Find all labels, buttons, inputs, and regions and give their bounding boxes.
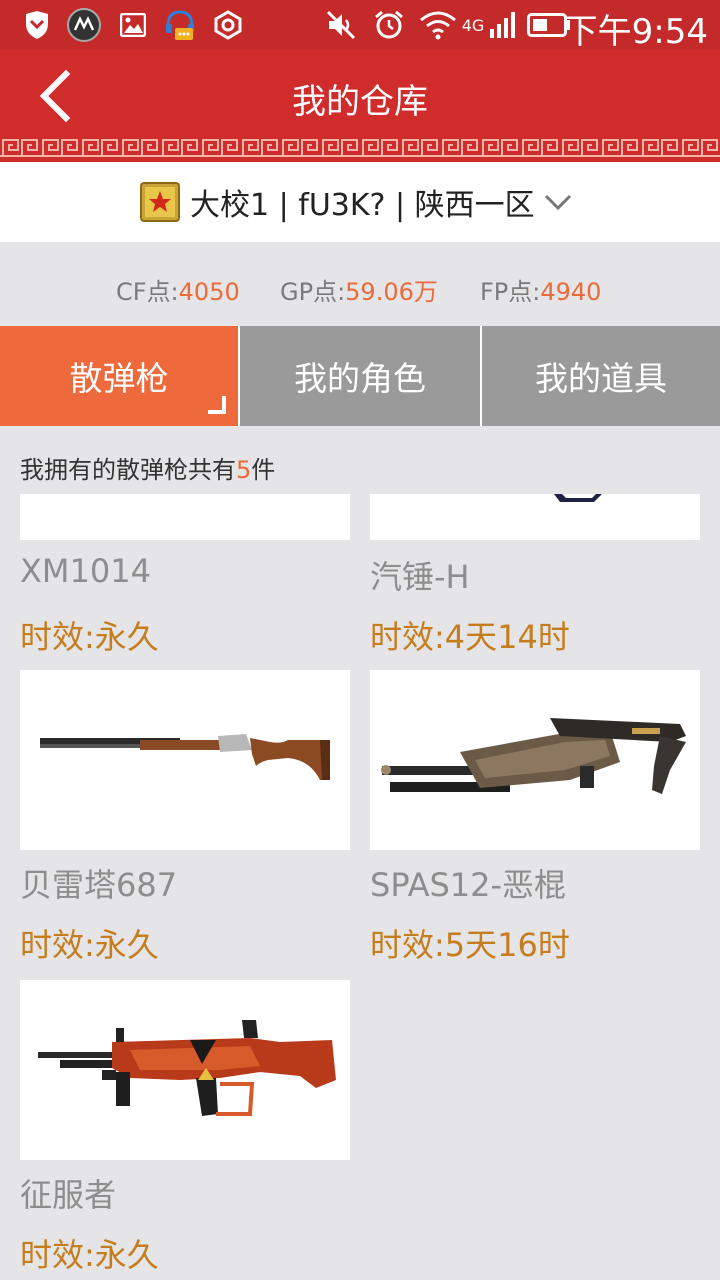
weapon-name: SPAS12-恶棍 bbox=[370, 866, 567, 904]
weapon-name: 汽锤-H bbox=[370, 558, 470, 596]
weapon-expire: 时效:永久 bbox=[20, 926, 159, 964]
fp-points-label: FP点: bbox=[480, 278, 541, 306]
status-bar: 4G 下午9:54 bbox=[0, 0, 720, 52]
weapon-name: 贝雷塔687 bbox=[20, 866, 178, 904]
cf-points-value: 4050 bbox=[178, 278, 240, 306]
app-header: 我的仓库 bbox=[0, 50, 720, 162]
tab-my-items-label: 我的道具 bbox=[535, 359, 667, 398]
weapon-image bbox=[370, 494, 700, 540]
weapon-card[interactable]: XM1014 时效:永久 bbox=[20, 494, 350, 656]
gp-points: GP点:59.06万 bbox=[280, 272, 438, 307]
alarm-icon bbox=[372, 8, 406, 42]
chevron-down-icon bbox=[544, 194, 571, 211]
shield-icon bbox=[22, 8, 52, 42]
tab-my-characters[interactable]: 我的角色 bbox=[238, 326, 480, 426]
weapon-image bbox=[20, 494, 350, 540]
signal-icon bbox=[488, 8, 518, 42]
points-bar: CF点:4050 GP点:59.06万 FP点:4940 bbox=[0, 242, 720, 326]
image-icon bbox=[118, 8, 148, 42]
tab-shotgun[interactable]: 散弹枪 bbox=[0, 326, 238, 426]
weapon-name: 征服者 bbox=[20, 1176, 117, 1214]
weapon-card[interactable]: 汽锤-H 时效:4天14时 bbox=[370, 494, 700, 656]
summary-prefix: 我拥有的散弹枪共有 bbox=[20, 456, 236, 484]
weapon-image-fragment bbox=[554, 494, 602, 502]
weapon-image bbox=[20, 980, 350, 1160]
over-under-shotgun-image bbox=[40, 734, 330, 780]
category-tabs: 散弹枪 我的角色 我的道具 bbox=[0, 326, 720, 426]
rank-badge-icon bbox=[140, 182, 180, 222]
tab-my-items[interactable]: 我的道具 bbox=[480, 326, 720, 426]
spas12-shotgun-image bbox=[381, 718, 686, 794]
cf-points: CF点:4050 bbox=[116, 272, 240, 307]
weapon-expire: 时效:永久 bbox=[20, 618, 159, 656]
gp-points-label: GP点: bbox=[280, 278, 346, 306]
weapon-card[interactable]: SPAS12-恶棍 时效:5天16时 bbox=[370, 670, 700, 970]
account-selector[interactable]: 大校1 | fU3K? | 陕西一区 bbox=[0, 162, 720, 242]
weapon-name: XM1014 bbox=[20, 552, 151, 590]
fp-points: FP点:4940 bbox=[480, 272, 601, 307]
tab-shotgun-label: 散弹枪 bbox=[69, 359, 169, 398]
network-type-label: 4G bbox=[461, 15, 485, 35]
mute-icon bbox=[324, 8, 358, 42]
selected-corner-icon bbox=[208, 396, 226, 414]
weapon-card[interactable]: 贝雷塔687 时效:永久 bbox=[20, 670, 350, 970]
wifi-icon bbox=[418, 8, 458, 42]
weapon-expire: 时效:4天14时 bbox=[370, 618, 570, 656]
inventory-summary: 我拥有的散弹枪共有5件 bbox=[20, 450, 275, 485]
weapon-expire: 时效:5天16时 bbox=[370, 926, 570, 964]
settings-hexagon-icon bbox=[212, 8, 244, 42]
tab-my-characters-label: 我的角色 bbox=[294, 359, 426, 398]
fp-points-value: 4940 bbox=[540, 278, 602, 306]
account-label: 大校1 | fU3K? | 陕西一区 bbox=[190, 188, 535, 223]
clock-time: 下午9:54 bbox=[563, 12, 708, 52]
summary-count: 5 bbox=[236, 456, 252, 484]
cf-points-label: CF点: bbox=[116, 278, 179, 306]
weapon-image bbox=[370, 670, 700, 850]
weapon-image bbox=[20, 670, 350, 850]
conqueror-shotgun-image bbox=[38, 1020, 336, 1116]
motorola-icon bbox=[66, 8, 102, 42]
page-title: 我的仓库 bbox=[292, 82, 428, 122]
weapon-card[interactable]: 征服者 时效:永久 bbox=[20, 980, 350, 1274]
weapon-expire: 时效:永久 bbox=[20, 1236, 159, 1274]
gp-points-value: 59.06万 bbox=[345, 278, 438, 306]
summary-suffix: 件 bbox=[251, 456, 276, 484]
headset-chat-icon bbox=[162, 8, 198, 42]
meander-border-decoration bbox=[0, 136, 720, 158]
